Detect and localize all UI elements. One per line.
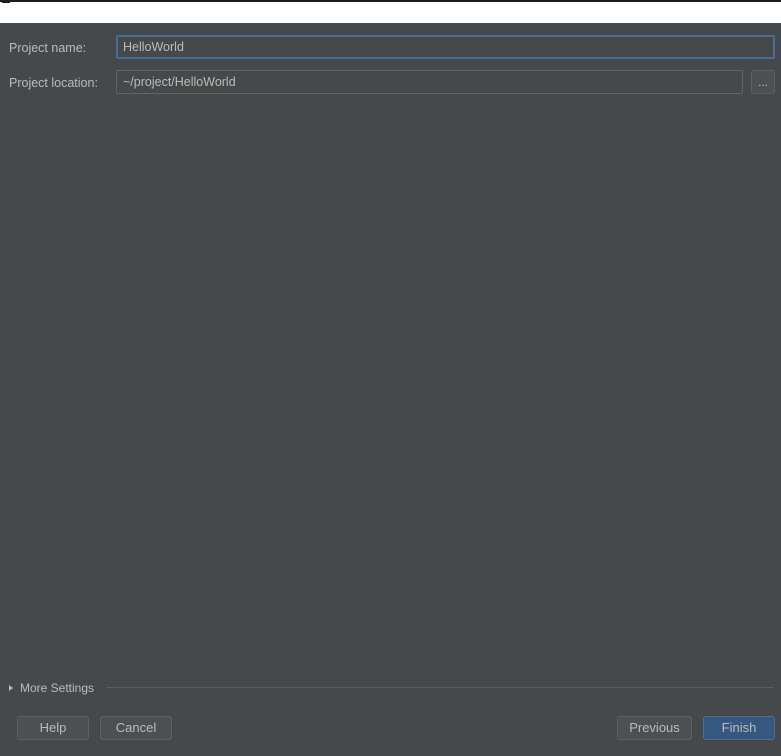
previous-button[interactable]: Previous: [617, 716, 692, 740]
project-name-input[interactable]: [116, 35, 775, 59]
more-settings-toggle[interactable]: More Settings: [9, 680, 94, 696]
title-bar-edge: [2, 2, 10, 3]
cancel-button[interactable]: Cancel: [100, 716, 172, 740]
project-location-input[interactable]: [116, 70, 743, 94]
project-name-label: Project name:: [9, 41, 87, 55]
more-settings-divider: [106, 687, 774, 688]
help-button[interactable]: Help: [17, 716, 89, 740]
more-settings-label: More Settings: [20, 681, 95, 695]
project-location-label: Project location:: [9, 76, 98, 90]
finish-button[interactable]: Finish: [703, 716, 775, 740]
browse-location-button[interactable]: ...: [751, 70, 775, 94]
chevron-right-icon: [9, 685, 13, 691]
window-title-bar: [0, 0, 781, 23]
